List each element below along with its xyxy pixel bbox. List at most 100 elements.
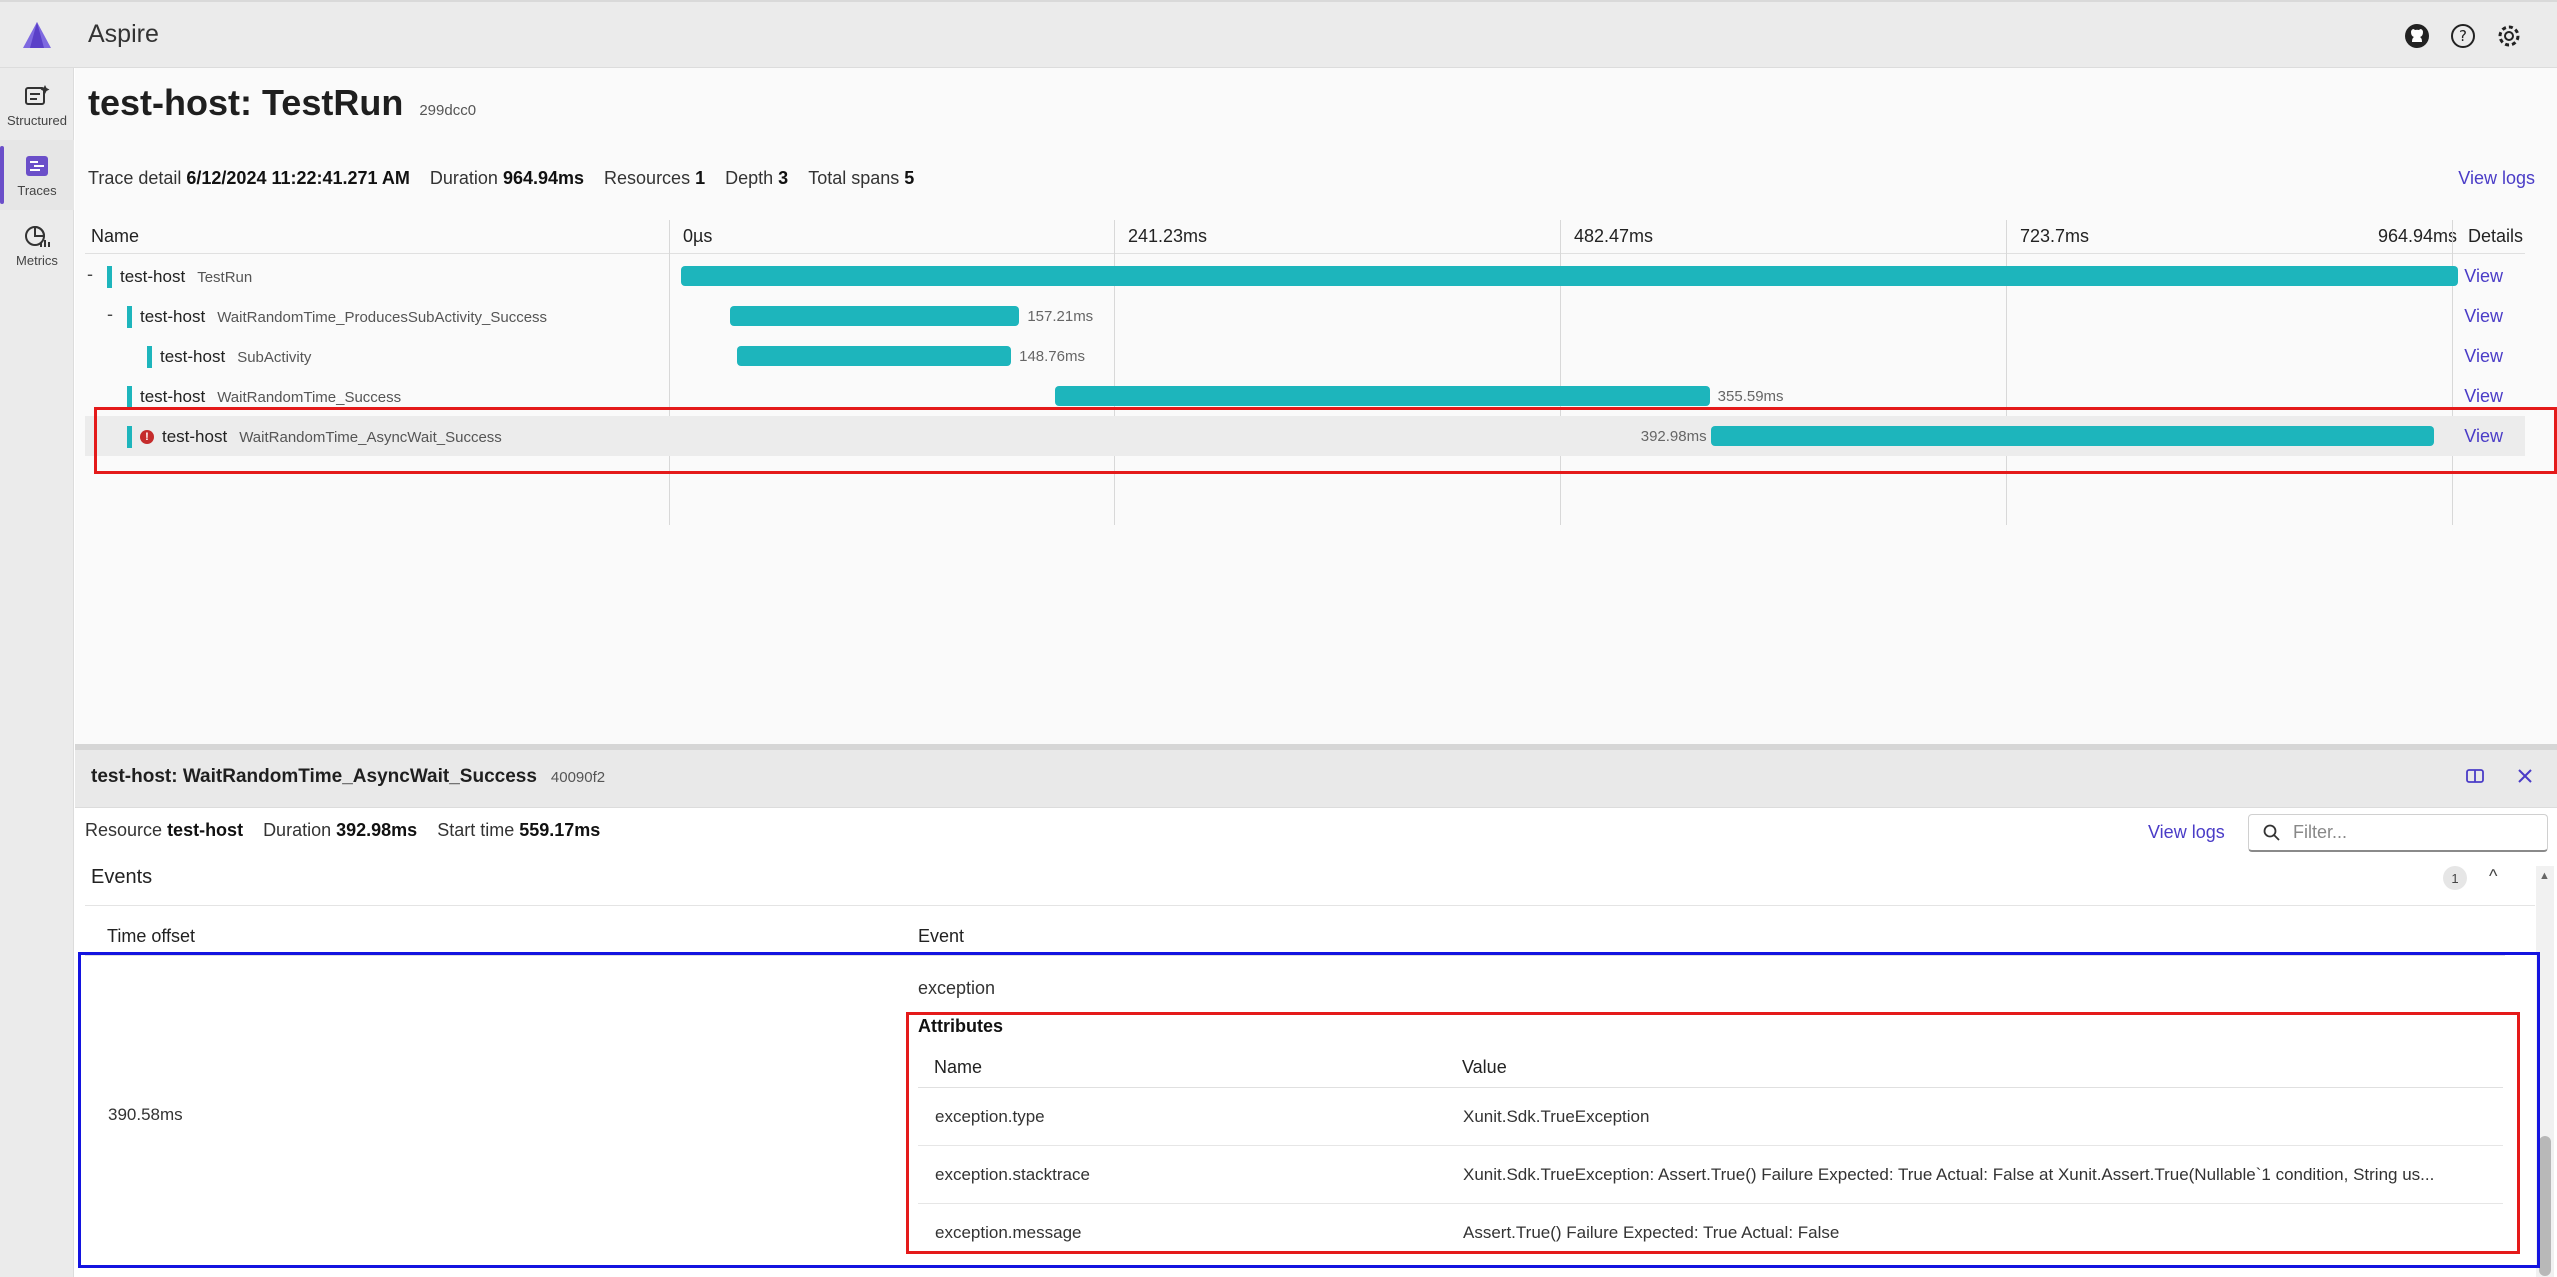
- span-start-summary: Start time 559.17ms: [437, 820, 600, 841]
- app-title: Aspire: [88, 20, 159, 48]
- span-name: test-host SubActivity: [147, 346, 311, 368]
- span-duration-bar[interactable]: [729, 306, 1020, 326]
- collapse-toggle[interactable]: -: [87, 264, 93, 285]
- span-grid-header: Name 0µs 241.23ms 482.47ms 723.7ms 964.9…: [85, 220, 2525, 254]
- span-duration-label: 355.59ms: [1717, 388, 1784, 405]
- span-view-link[interactable]: View: [2464, 386, 2503, 407]
- nav-item-label: Traces: [17, 182, 57, 198]
- trace-detail-page: test-host: TestRun 299dcc0 Trace detail …: [75, 68, 2557, 744]
- search-icon: [2263, 824, 2280, 841]
- nav-item-structured[interactable]: Structured: [0, 70, 74, 140]
- tick-label: 482.47ms: [1574, 226, 1654, 246]
- nav-item-traces[interactable]: Traces: [0, 140, 74, 210]
- settings-gear-icon[interactable]: [2493, 20, 2525, 52]
- scroll-up-arrow-icon[interactable]: ▲: [2539, 870, 2550, 882]
- span-service: test-host: [140, 387, 206, 406]
- span-duration-bar[interactable]: [1054, 386, 1710, 406]
- events-section-header[interactable]: Events 1 ^: [85, 866, 2535, 906]
- events-title: Events: [91, 866, 153, 888]
- summary-label: Start time: [437, 820, 515, 840]
- resource-value: test-host: [167, 820, 244, 840]
- column-header-time-offset: Time offset: [107, 926, 196, 946]
- resource-color-tag: [147, 346, 152, 368]
- traces-icon: [26, 155, 48, 176]
- events-count-badge: 1: [2443, 866, 2467, 890]
- page-title: test-host: TestRun 299dcc0: [88, 82, 476, 124]
- span-operation: SubActivity: [237, 348, 312, 366]
- span-row[interactable]: - test-host WaitRandomTime_ProducesSubActi…: [85, 296, 2525, 336]
- trace-duration-summary: Duration 964.94ms: [430, 168, 584, 189]
- summary-label: Total spans: [808, 168, 900, 188]
- span-operation: TestRun: [197, 268, 253, 286]
- summary-label: Depth: [725, 168, 774, 188]
- column-header-details: Details: [2468, 226, 2524, 246]
- close-icon[interactable]: [2515, 766, 2535, 791]
- span-duration-bar[interactable]: [737, 346, 1012, 366]
- span-service: test-host: [160, 347, 226, 366]
- span-duration-label: 148.76ms: [1019, 348, 1085, 365]
- scrollbar-thumb[interactable]: [2539, 1136, 2551, 1276]
- column-header-name: Name: [91, 226, 140, 246]
- span-detail-header: test-host: WaitRandomTime_AsyncWait_Succ…: [75, 750, 2557, 808]
- trace-detail-summary: Trace detail 6/12/2024 11:22:41.271 AM: [88, 168, 410, 189]
- tick-label: 0µs: [683, 226, 713, 246]
- summary-label: Resource: [85, 820, 163, 840]
- span-view-link[interactable]: View: [2464, 346, 2503, 367]
- tick-label: 964.94ms: [2378, 226, 2458, 246]
- resource-color-tag: [127, 386, 132, 408]
- span-row[interactable]: test-host SubActivity 148.76ms View: [85, 336, 2525, 376]
- column-header-event: Event: [918, 926, 965, 946]
- trace-title: test-host: TestRun: [88, 82, 404, 123]
- nav-item-metrics[interactable]: Metrics: [0, 210, 74, 280]
- split-view-icon[interactable]: [2465, 766, 2485, 791]
- span-row[interactable]: - test-host TestRun View: [85, 256, 2525, 296]
- span-duration-bar[interactable]: [681, 266, 2458, 286]
- trace-duration-value: 964.94ms: [502, 168, 585, 188]
- github-icon[interactable]: [2401, 20, 2433, 52]
- tick-label: 723.7ms: [2020, 226, 2090, 246]
- collapse-toggle[interactable]: -: [107, 304, 113, 325]
- nav-item-label: Structured: [7, 112, 67, 128]
- trace-resources-value: 1: [695, 168, 706, 188]
- view-logs-link[interactable]: View logs: [2458, 168, 2535, 189]
- nav-item-label: Metrics: [16, 252, 58, 268]
- summary-label: Resources: [604, 168, 691, 188]
- trace-depth-summary: Depth 3: [725, 168, 788, 189]
- trace-spans-summary: Total spans 5: [808, 168, 914, 189]
- span-operation: WaitRandomTime_Success: [217, 388, 402, 406]
- start-time-value: 559.17ms: [519, 820, 601, 840]
- tick-label: 241.23ms: [1128, 226, 1208, 246]
- metrics-icon: [25, 225, 50, 247]
- top-bar: Aspire ?: [0, 0, 2557, 68]
- resource-color-tag: [107, 266, 112, 288]
- span-title: test-host: WaitRandomTime_AsyncWait_Succ…: [91, 766, 537, 787]
- resource-color-tag: [127, 306, 132, 328]
- help-icon[interactable]: ?: [2447, 20, 2479, 52]
- filter-field[interactable]: [2248, 814, 2548, 852]
- span-view-logs-link[interactable]: View logs: [2148, 822, 2225, 843]
- span-name: test-host WaitRandomTime_ProducesSubActiv…: [127, 306, 547, 328]
- span-name: test-host WaitRandomTime_Success: [127, 386, 401, 408]
- events-table-header: Time offset Event: [85, 922, 2505, 956]
- span-detail-title: test-host: WaitRandomTime_AsyncWait_Succ…: [91, 766, 605, 788]
- span-resource-summary: Resource test-host: [85, 820, 243, 841]
- span-view-link[interactable]: View: [2464, 306, 2503, 327]
- attributes-highlight-box: [906, 1012, 2520, 1254]
- span-view-link[interactable]: View: [2464, 266, 2503, 287]
- svg-text:?: ?: [2459, 27, 2467, 45]
- aspire-logo-icon[interactable]: [0, 2, 74, 68]
- trace-resources-summary: Resources 1: [604, 168, 705, 189]
- span-duration-label: 157.21ms: [1027, 308, 1094, 325]
- trace-depth-value: 3: [778, 168, 789, 188]
- trace-id: 299dcc0: [419, 102, 477, 119]
- span-service: test-host: [120, 267, 186, 286]
- span-duration-summary: Duration 392.98ms: [263, 820, 417, 841]
- summary-label: Duration: [429, 168, 498, 188]
- filter-input[interactable]: [2293, 822, 2533, 843]
- trace-start-value: 6/12/2024 11:22:41.271 AM: [186, 168, 410, 188]
- trace-summary: Trace detail 6/12/2024 11:22:41.271 AM D…: [88, 168, 914, 189]
- span-summary: Resource test-host Duration 392.98ms Sta…: [85, 820, 600, 841]
- chevron-up-icon[interactable]: ^: [2489, 866, 2497, 887]
- trace-spans-value: 5: [904, 168, 915, 188]
- summary-label: Trace detail: [88, 168, 182, 188]
